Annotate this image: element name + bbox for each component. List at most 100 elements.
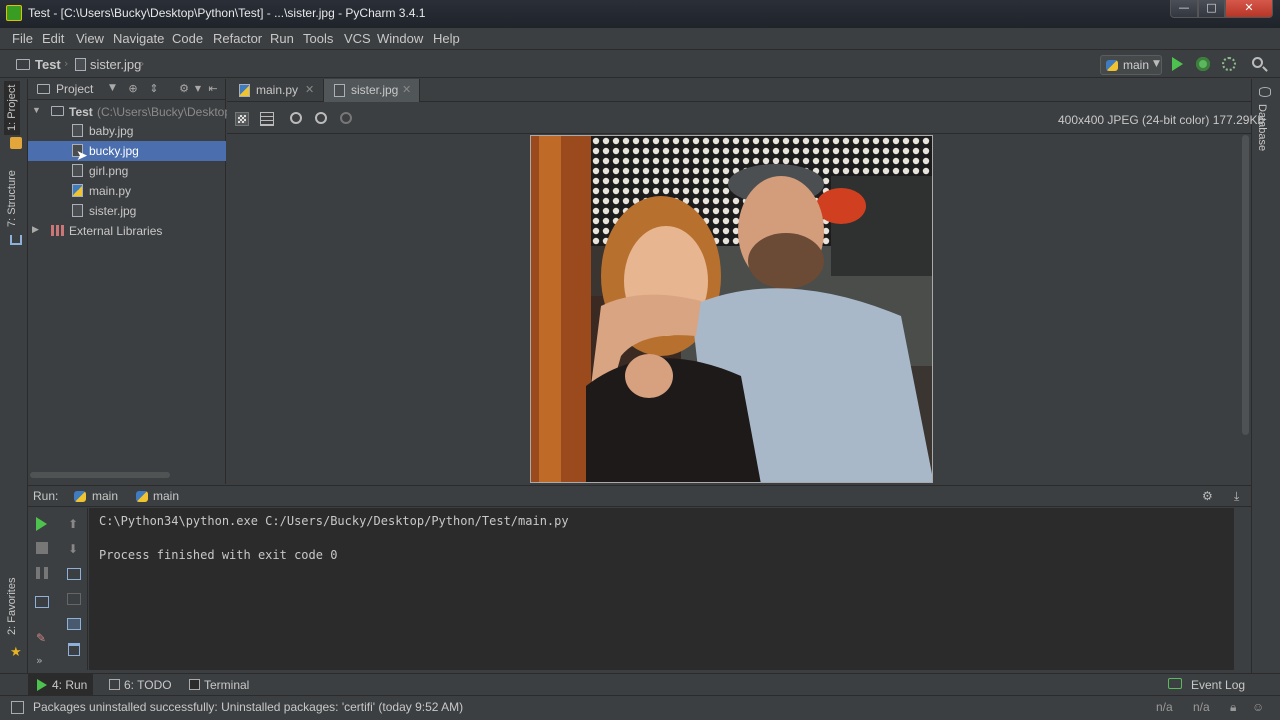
project-tool-icon — [10, 137, 22, 149]
trash-icon[interactable] — [68, 643, 80, 656]
navigation-bar: Test › sister.jpg › main ▼ — [0, 51, 1280, 78]
chevron-down-icon[interactable]: ▼ — [32, 105, 41, 115]
tool-window-label: Terminal — [204, 678, 250, 692]
actual-size-icon[interactable] — [340, 112, 352, 124]
menu-view[interactable]: View — [76, 31, 104, 46]
zoom-out-icon[interactable] — [315, 112, 327, 124]
tool-window-toggle-icon[interactable] — [11, 701, 24, 714]
breadcrumb-project[interactable]: Test — [35, 57, 61, 72]
arrow-up-icon[interactable]: ⬆ — [68, 517, 82, 531]
run-configuration-select[interactable]: main ▼ — [1100, 55, 1162, 75]
menu-help[interactable]: Help — [433, 31, 460, 46]
python-file-icon — [239, 84, 250, 97]
menu-vcs[interactable]: VCS — [344, 31, 371, 46]
run-icon — [37, 679, 47, 691]
close-window-button[interactable]: ✕ — [1225, 0, 1273, 18]
menu-tools[interactable]: Tools — [303, 31, 333, 46]
restore-layout-icon[interactable] — [35, 596, 49, 608]
chevron-right-icon[interactable]: ▶ — [32, 224, 39, 235]
console-scrollbar[interactable] — [1234, 508, 1251, 670]
project-view-select[interactable]: Project — [56, 82, 93, 96]
stop-icon[interactable] — [36, 542, 48, 554]
gear-icon[interactable]: ⚙ — [178, 83, 190, 95]
tab-sister-jpg[interactable]: sister.jpg ✕ — [324, 79, 420, 102]
project-view-icon — [37, 84, 50, 94]
breadcrumb-file[interactable]: sister.jpg — [90, 57, 141, 72]
chessboard-toggle-icon[interactable] — [235, 112, 249, 126]
menu-edit[interactable]: Edit — [42, 31, 64, 46]
title-bar: Test - [C:\Users\Bucky\Desktop\Python\Te… — [0, 0, 1280, 28]
menu-run[interactable]: Run — [270, 31, 294, 46]
menu-file[interactable]: File — [12, 31, 33, 46]
tree-item-baby-jpg[interactable]: baby.jpg — [28, 121, 226, 141]
hide-panel-icon[interactable]: ⤓ — [1234, 489, 1239, 504]
tool-tab-project[interactable]: 1: Project — [4, 80, 20, 135]
tool-window-label: 4: Run — [52, 678, 88, 692]
gear-icon[interactable]: ⚙ — [1202, 489, 1213, 503]
tool-tab-database[interactable]: Database — [1256, 104, 1268, 151]
more-icon[interactable]: » — [36, 654, 50, 668]
tree-item-external-libraries[interactable]: ▶ External Libraries — [28, 221, 226, 241]
status-message[interactable]: Packages uninstalled successfully: Unins… — [33, 700, 463, 714]
pause-icon[interactable] — [36, 567, 48, 579]
console-line: Process finished with exit code 0 — [99, 548, 338, 562]
chevron-down-icon[interactable]: ▼ — [192, 83, 204, 95]
image-preview — [530, 135, 933, 483]
tree-item-sister-jpg[interactable]: sister.jpg — [28, 201, 226, 221]
coverage-icon[interactable] — [1222, 57, 1236, 71]
project-panel: Project ▼ ⊕ ⇕ ⚙ ▼ ⇤ ▼ Test (C:\Users\Buc… — [28, 79, 231, 484]
print-icon[interactable] — [67, 618, 81, 630]
close-icon[interactable]: ✕ — [402, 83, 411, 96]
horizontal-scrollbar[interactable] — [30, 472, 170, 478]
menu-code[interactable]: Code — [172, 31, 203, 46]
tool-window-label: 6: TODO — [124, 678, 172, 692]
tab-label: main.py — [256, 83, 299, 97]
tree-item-bucky-jpg[interactable]: bucky.jpg ➤ — [28, 141, 226, 163]
project-panel-header: Project ▼ ⊕ ⇕ ⚙ ▼ ⇤ — [28, 79, 226, 100]
soft-wrap-icon[interactable] — [67, 568, 81, 580]
tool-tab-favorites[interactable]: 2: Favorites — [4, 574, 20, 639]
run-console[interactable]: C:\Python34\python.exe C:/Users/Bucky/De… — [89, 508, 1234, 670]
maximize-button[interactable]: □ — [1198, 0, 1225, 18]
tree-root-test[interactable]: ▼ Test (C:\Users\Bucky\Desktop — [28, 102, 231, 122]
grid-toggle-icon[interactable] — [260, 112, 274, 126]
pin-icon[interactable]: ✎ — [36, 631, 50, 645]
tree-item-main-py[interactable]: main.py — [28, 181, 226, 201]
tab-main-py[interactable]: main.py ✕ — [227, 79, 324, 102]
scroll-to-end-icon[interactable] — [67, 593, 81, 605]
lock-icon[interactable]: 🔒︎ — [1230, 700, 1236, 715]
tool-window-run[interactable]: 4: Run — [28, 674, 93, 695]
tool-window-todo[interactable]: 6: TODO — [107, 674, 177, 695]
tool-window-bar: 4: Run 6: TODO Terminal Event Log — [0, 673, 1280, 695]
debug-icon[interactable] — [1196, 57, 1210, 71]
run-icon[interactable] — [1172, 57, 1183, 71]
zoom-in-icon[interactable] — [290, 112, 302, 124]
vertical-scrollbar[interactable] — [1239, 135, 1251, 484]
menu-window[interactable]: Window — [377, 31, 423, 46]
event-log-icon — [1168, 678, 1182, 689]
tree-item-label: sister.jpg — [89, 204, 137, 218]
structure-tool-icon — [10, 235, 22, 245]
run-tab-main-2[interactable]: main — [153, 489, 179, 503]
tool-tab-structure[interactable]: 7: Structure — [4, 166, 20, 231]
tool-window-event-log[interactable]: Event Log — [1166, 674, 1246, 695]
chevron-down-icon[interactable]: ▼ — [109, 83, 116, 93]
run-tab-main-1[interactable]: main — [92, 489, 118, 503]
inspector-icon[interactable]: ☺ — [1252, 700, 1264, 714]
search-icon[interactable] — [1252, 57, 1263, 68]
menu-refactor[interactable]: Refactor — [213, 31, 262, 46]
python-icon — [74, 491, 86, 502]
target-icon[interactable]: ⊕ — [127, 83, 139, 95]
tree-item-girl-png[interactable]: girl.png — [28, 161, 226, 181]
minimize-button[interactable]: — — [1170, 0, 1198, 18]
collapse-all-icon[interactable]: ⇕ — [148, 83, 160, 95]
hide-panel-icon[interactable]: ⇤ — [207, 83, 219, 95]
rerun-icon[interactable] — [36, 517, 47, 531]
library-icon — [51, 225, 65, 236]
close-icon[interactable]: ✕ — [305, 83, 314, 96]
image-file-icon — [334, 84, 345, 97]
tool-window-terminal[interactable]: Terminal — [187, 674, 257, 695]
arrow-down-icon[interactable]: ⬇ — [68, 542, 82, 556]
menu-navigate[interactable]: Navigate — [113, 31, 164, 46]
editor-tabs: main.py ✕ sister.jpg ✕ — [227, 79, 1251, 102]
